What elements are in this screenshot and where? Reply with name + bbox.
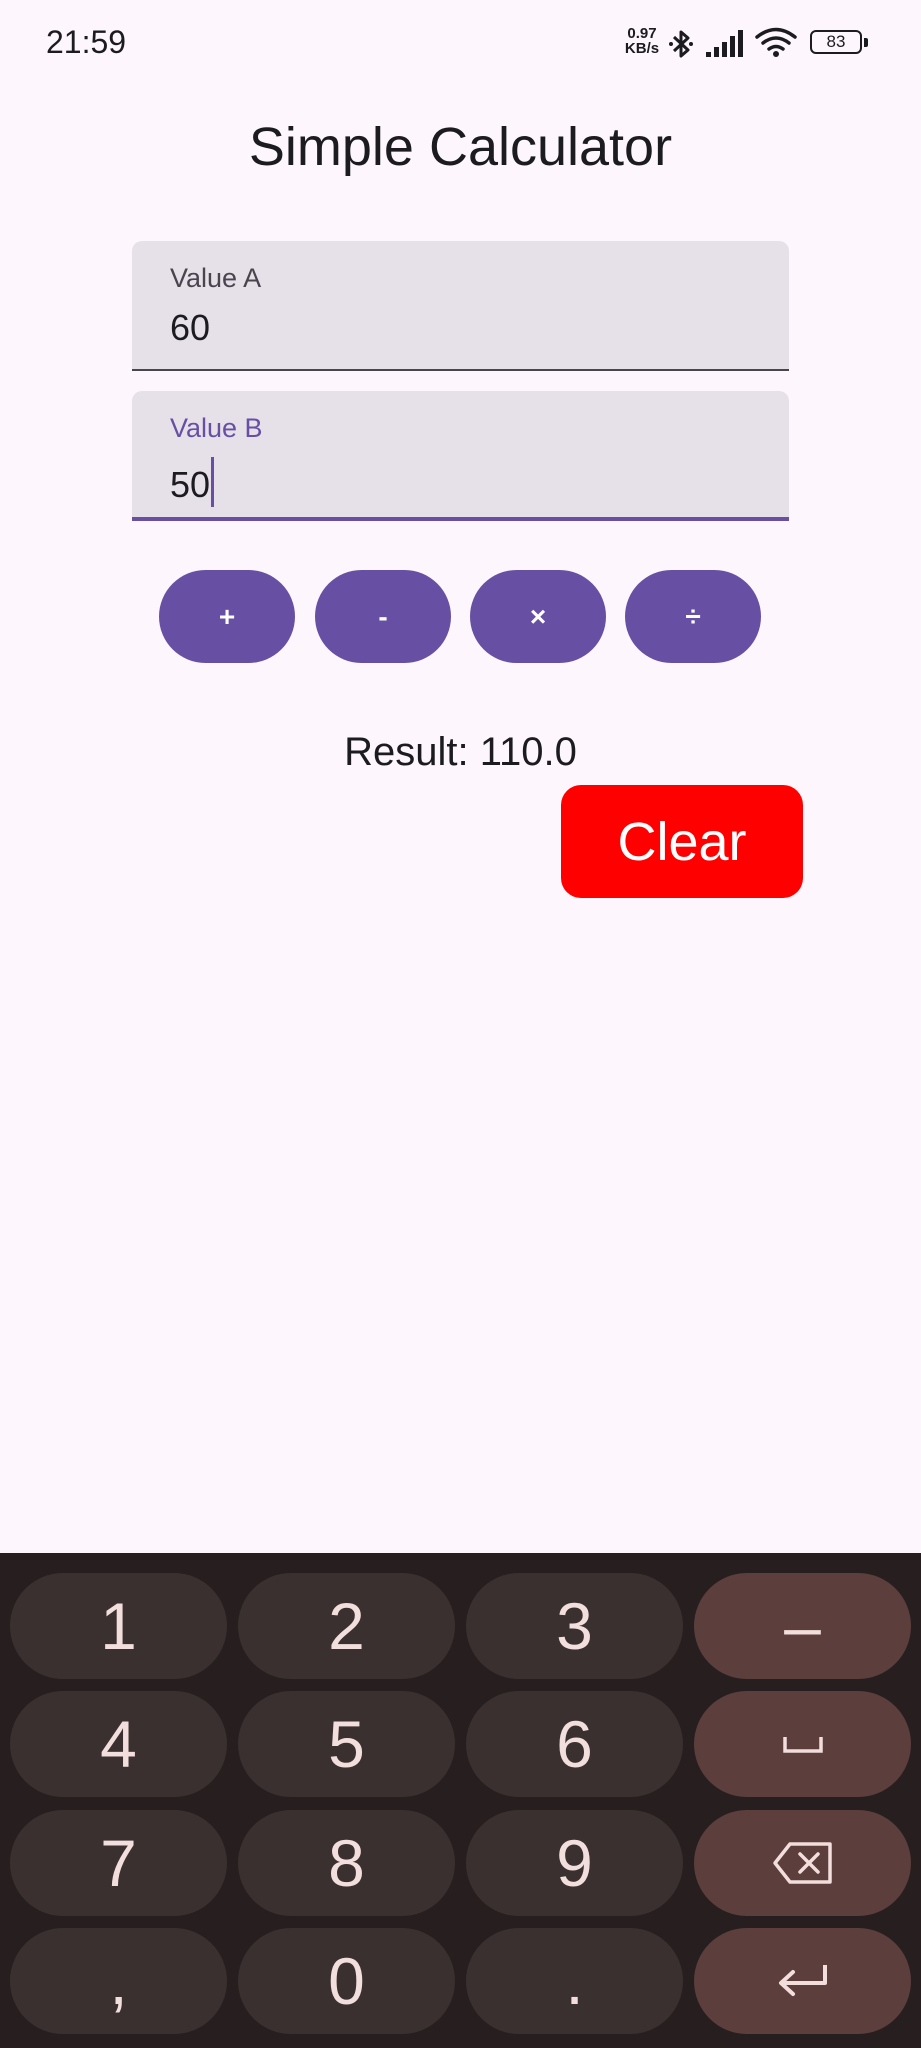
key-2[interactable]: 2: [238, 1573, 455, 1679]
key-4[interactable]: 4: [10, 1691, 227, 1797]
key-7[interactable]: 7: [10, 1810, 227, 1916]
multiply-button[interactable]: ×: [470, 570, 606, 663]
value-b-input[interactable]: 50: [170, 457, 215, 507]
value-a-field[interactable]: Value A 60: [132, 241, 789, 371]
numeric-keyboard: 1 2 3 – 4 5 6 7 8 9 , 0 .: [0, 1553, 921, 2048]
space-icon: [782, 1737, 823, 1753]
net-speed: 0.97 KB/s: [624, 25, 660, 57]
battery-level: 83: [826, 32, 846, 51]
value-a-label: Value A: [170, 263, 262, 293]
result-text: Result: 110.0: [344, 730, 577, 774]
key-backspace[interactable]: [694, 1810, 911, 1916]
key-6[interactable]: 6: [466, 1691, 683, 1797]
backspace-icon: [772, 1842, 832, 1884]
status-time: 21:59: [46, 24, 127, 60]
key-8[interactable]: 8: [238, 1810, 455, 1916]
battery-icon: 83: [810, 30, 868, 54]
page-title: Simple Calculator: [248, 117, 673, 177]
value-b-field[interactable]: Value B 50: [132, 391, 789, 521]
key-space[interactable]: [694, 1691, 911, 1797]
key-5[interactable]: 5: [238, 1691, 455, 1797]
enter-icon: [778, 1965, 827, 1996]
key-0[interactable]: 0: [238, 1928, 455, 2034]
subtract-button[interactable]: -: [315, 570, 451, 663]
key-enter[interactable]: [694, 1928, 911, 2034]
key-1[interactable]: 1: [10, 1573, 227, 1679]
value-b-label: Value B: [170, 413, 263, 443]
status-bar: 21:59 0.97 KB/s 83: [0, 0, 921, 90]
key-comma[interactable]: ,: [10, 1928, 227, 2034]
signal-icon: [706, 30, 743, 57]
divide-button[interactable]: ÷: [625, 570, 761, 663]
key-3[interactable]: 3: [466, 1573, 683, 1679]
key-period[interactable]: .: [466, 1928, 683, 2034]
text-caret: [211, 457, 215, 507]
value-a-input[interactable]: 60: [170, 307, 210, 349]
key-9[interactable]: 9: [466, 1810, 683, 1916]
key-minus[interactable]: –: [694, 1573, 911, 1679]
bluetooth-icon: [669, 30, 693, 58]
wifi-icon: [755, 27, 797, 57]
add-button[interactable]: +: [159, 570, 295, 663]
clear-button[interactable]: Clear: [561, 785, 803, 898]
